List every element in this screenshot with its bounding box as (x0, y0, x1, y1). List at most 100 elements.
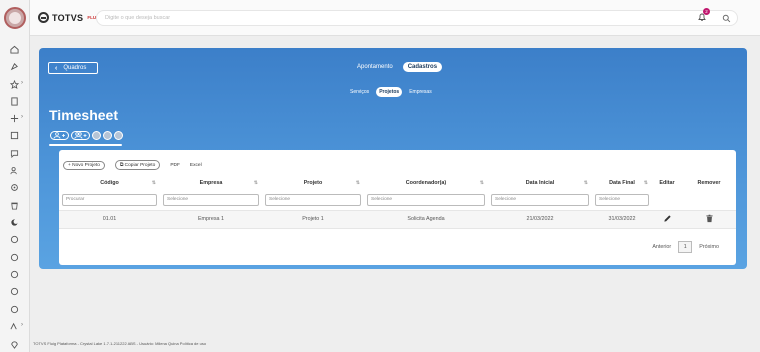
avatar[interactable] (4, 7, 26, 29)
back-button[interactable]: ‹ Quadros (48, 62, 98, 74)
sort-icon[interactable]: ⇅ (584, 180, 588, 186)
header-data-inicial[interactable]: Data Inicial ⇅ (488, 176, 592, 190)
pencil-icon[interactable] (663, 214, 672, 223)
main-tabs: Apontamento Cadastros (353, 62, 443, 72)
filter-projeto-select[interactable]: Selecione (265, 193, 361, 206)
cell-projeto: Projeto 1 (262, 209, 364, 229)
chevron-right-icon: › (21, 114, 23, 120)
add-user-icon (53, 132, 65, 139)
table-row[interactable]: 01.01 Empresa 1 Projeto 1 Solicita Agend… (59, 209, 736, 229)
table-toolbar: + Novo Projeto ⧉ Copiar Projeto PDF Exce… (63, 160, 202, 170)
star-icon[interactable] (9, 79, 19, 89)
header-codigo-label: Código (100, 180, 119, 186)
rocket-icon[interactable] (9, 61, 19, 71)
sort-icon[interactable]: ⇅ (152, 180, 156, 186)
tab-apontamento[interactable]: Apontamento (353, 62, 397, 72)
filter-coordenador-select[interactable]: Selecione (367, 193, 485, 206)
add-group-icon (74, 132, 87, 139)
add-user-button[interactable] (50, 131, 69, 140)
trash-icon[interactable] (705, 214, 714, 223)
header-coordenador[interactable]: Coordenador(a) ⇅ (364, 176, 488, 190)
cell-empresa: Empresa 1 (160, 209, 262, 229)
member-avatar[interactable] (114, 131, 123, 140)
page-number[interactable]: 1 (678, 241, 693, 253)
totvs-logo[interactable]: TOTVS FLUIG (38, 12, 101, 23)
new-project-button[interactable]: + Novo Projeto (63, 160, 105, 170)
app-icon[interactable] (9, 269, 19, 279)
export-pdf-button[interactable]: PDF (170, 163, 180, 168)
sort-icon[interactable]: ⇅ (254, 180, 258, 186)
sub-tabs: Serviços Projetos Empresas (347, 87, 435, 97)
empty-cell (652, 190, 682, 210)
filter-data-final-select[interactable]: Selecione (595, 193, 649, 206)
moon-icon[interactable] (9, 217, 19, 227)
tab-cadastros[interactable]: Cadastros (402, 62, 443, 72)
filter-empresa-select[interactable]: Selecione (163, 193, 259, 206)
header-projeto[interactable]: Projeto ⇅ (262, 176, 364, 190)
search-input[interactable]: Digite o que deseja buscar (96, 10, 738, 26)
home-icon[interactable] (9, 44, 19, 54)
people-icon[interactable] (9, 165, 19, 175)
back-label: Quadros (63, 65, 87, 71)
page-title: Timesheet (49, 107, 118, 123)
totvs-logo-mark (38, 12, 49, 23)
sidebar: › › › (0, 0, 30, 352)
chevron-left-icon: ‹ (55, 64, 58, 72)
tasks-icon[interactable] (9, 130, 19, 140)
filter-codigo-input[interactable]: Procurar (62, 193, 157, 206)
app-icon[interactable] (9, 304, 19, 314)
app-icon[interactable] (9, 286, 19, 296)
app-icon[interactable] (9, 252, 19, 262)
header-editar: Editar (659, 180, 675, 186)
cell-data-inicial: 21/03/2022 (488, 209, 592, 229)
subtab-projetos[interactable]: Projetos (376, 87, 403, 97)
filter-row: Procurar Selecione Selecione Selecione S… (59, 190, 736, 210)
sort-icon[interactable]: ⇅ (644, 180, 648, 186)
logo-text: TOTVS (52, 12, 84, 23)
subtab-servicos[interactable]: Serviços (347, 87, 372, 97)
trash-icon[interactable] (9, 200, 19, 210)
user-chips (50, 131, 123, 140)
header-data-inicial-label: Data Inicial (525, 180, 555, 186)
app-root: › › › TOTVS FLUIG Digite o que deseja bu… (0, 0, 760, 352)
header-codigo[interactable]: Código ⇅ (59, 176, 160, 190)
footer: TOTVS Fluig Plataforma - Crystal Lake 1.… (33, 341, 207, 346)
header-data-final-label: Data Final (609, 180, 635, 186)
header-empresa[interactable]: Empresa ⇅ (160, 176, 262, 190)
remove-cell (682, 209, 736, 229)
copy-project-button[interactable]: ⧉ Copiar Projeto (114, 160, 161, 170)
title-underline (49, 144, 122, 146)
header-empresa-label: Empresa (199, 180, 223, 186)
subtab-empresas[interactable]: Empresas (406, 87, 435, 97)
location-icon[interactable] (9, 339, 19, 349)
sort-icon[interactable]: ⇅ (480, 180, 484, 186)
avatar-inner (9, 12, 21, 24)
add-group-button[interactable] (71, 131, 90, 140)
chevron-right-icon: › (21, 80, 23, 86)
process-icon[interactable] (9, 113, 19, 123)
settings-icon[interactable] (9, 182, 19, 192)
copy-project-label: Copiar Projeto (124, 163, 156, 168)
member-avatar[interactable] (103, 131, 112, 140)
cell-codigo: 01.01 (59, 209, 160, 229)
chevron-right-icon: › (21, 322, 23, 328)
prev-page-button[interactable]: Anterior (652, 244, 671, 250)
chat-icon[interactable] (9, 148, 19, 158)
export-excel-button[interactable]: Excel (190, 163, 202, 168)
header-coordenador-label: Coordenador(a) (405, 180, 447, 186)
search-placeholder: Digite o que deseja buscar (105, 15, 171, 21)
edit-cell (652, 209, 682, 229)
cell-data-final: 31/03/2022 (592, 209, 652, 229)
header-data-final[interactable]: Data Final ⇅ (592, 176, 652, 190)
user-switch-icon[interactable] (9, 321, 19, 331)
documents-icon[interactable] (9, 96, 19, 106)
top-bar: TOTVS FLUIG Digite o que deseja buscar (30, 0, 760, 36)
search-icon[interactable] (722, 14, 731, 23)
app-icon[interactable] (9, 234, 19, 244)
cell-coordenador: Solicita Agenda (364, 209, 488, 229)
filter-data-inicial-select[interactable]: Selecione (491, 193, 589, 206)
sort-icon[interactable]: ⇅ (356, 180, 360, 186)
member-avatar[interactable] (92, 131, 101, 140)
next-page-button[interactable]: Próximo (699, 244, 719, 250)
header-remover: Remover (697, 180, 721, 186)
